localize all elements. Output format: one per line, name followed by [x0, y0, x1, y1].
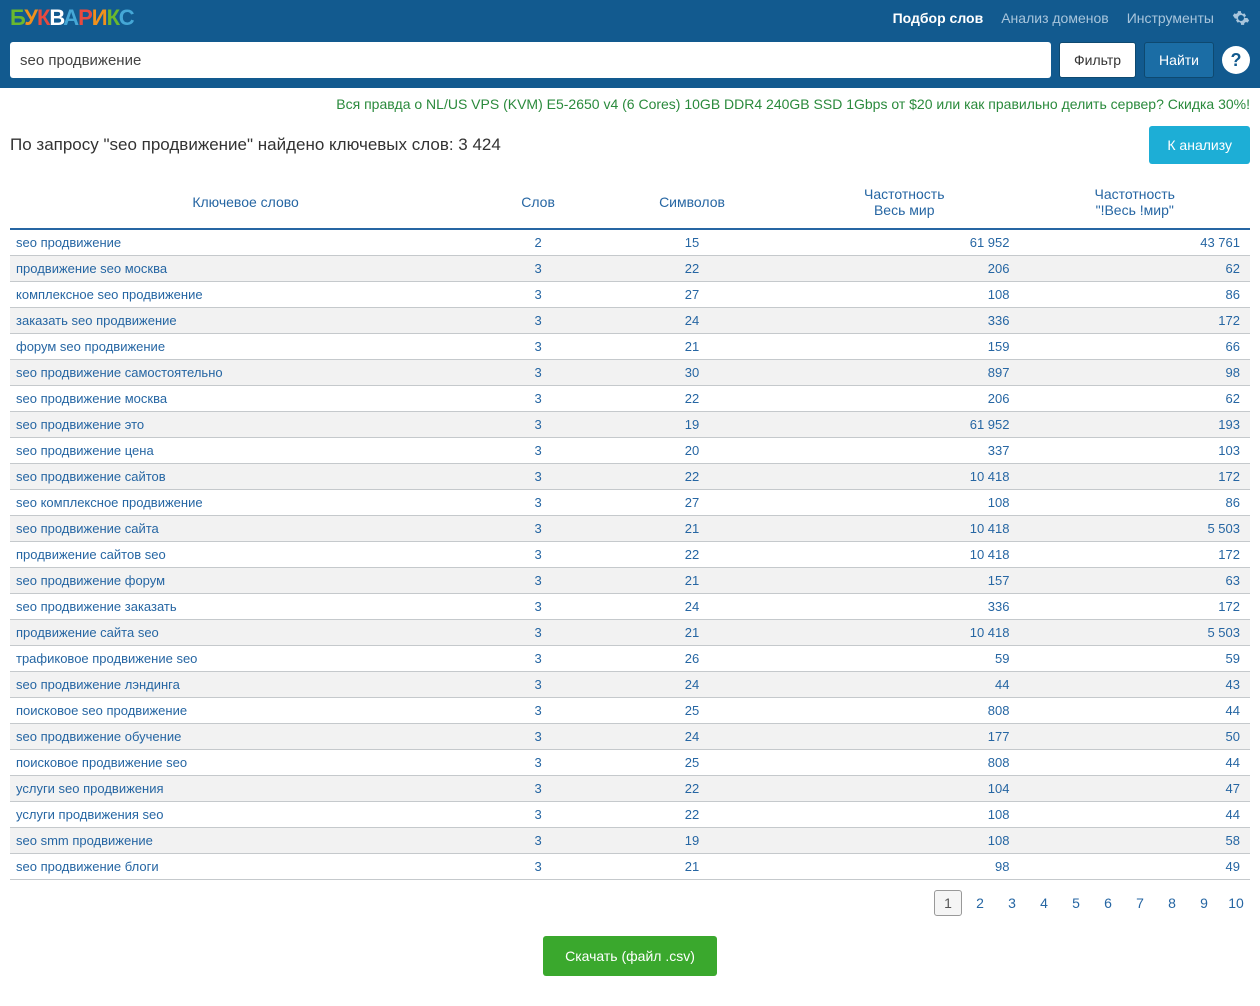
keyword-link[interactable]: продвижение seo москва: [16, 261, 167, 276]
pagination: 12345678910: [0, 880, 1260, 926]
table-row: услуги seo продвижения32210447: [10, 776, 1250, 802]
keyword-link[interactable]: услуги seo продвижения: [16, 781, 164, 796]
keyword-link[interactable]: комплексное seo продвижение: [16, 287, 203, 302]
filter-button[interactable]: Фильтр: [1059, 42, 1136, 78]
keyword-link[interactable]: трафиковое продвижение seo: [16, 651, 197, 666]
page-4[interactable]: 4: [1030, 890, 1058, 916]
table-row: продвижение сайта seo32110 4185 503: [10, 620, 1250, 646]
page-6[interactable]: 6: [1094, 890, 1122, 916]
keyword-link[interactable]: форум seo продвижение: [16, 339, 165, 354]
table-row: трафиковое продвижение seo3265959: [10, 646, 1250, 672]
keyword-link[interactable]: seo продвижение заказать: [16, 599, 177, 614]
keyword-link[interactable]: продвижение сайтов seo: [16, 547, 166, 562]
keyword-link[interactable]: seo продвижение лэндинга: [16, 677, 180, 692]
page-7[interactable]: 7: [1126, 890, 1154, 916]
to-analysis-button[interactable]: К анализу: [1149, 126, 1250, 164]
keyword-link[interactable]: продвижение сайта seo: [16, 625, 159, 640]
keyword-link[interactable]: seo продвижение: [16, 235, 121, 250]
keyword-link[interactable]: seo продвижение сайтов: [16, 469, 166, 484]
download-row: Скачать (файл .csv): [0, 926, 1260, 1006]
table-row: seo продвижение обучение32417750: [10, 724, 1250, 750]
table-row: seo продвижение форум32115763: [10, 568, 1250, 594]
search-input[interactable]: [10, 42, 1051, 78]
keyword-link[interactable]: seo продвижение москва: [16, 391, 167, 406]
table-row: продвижение seo москва32220662: [10, 256, 1250, 282]
col-freq-exact[interactable]: Частотность"!Весь !мир": [1019, 174, 1250, 229]
download-csv-button[interactable]: Скачать (файл .csv): [543, 936, 717, 976]
keyword-link[interactable]: seo продвижение это: [16, 417, 144, 432]
col-freq-world[interactable]: ЧастотностьВесь мир: [789, 174, 1019, 229]
result-title: По запросу "seo продвижение" найдено клю…: [10, 135, 501, 155]
keyword-link[interactable]: seo продвижение сайта: [16, 521, 159, 536]
table-row: комплексное seo продвижение32710886: [10, 282, 1250, 308]
table-row: seo продвижение лэндинга3244443: [10, 672, 1250, 698]
page-9[interactable]: 9: [1190, 890, 1218, 916]
table-row: seo smm продвижение31910858: [10, 828, 1250, 854]
table-row: форум seo продвижение32115966: [10, 334, 1250, 360]
keyword-link[interactable]: seo продвижение обучение: [16, 729, 181, 744]
col-words[interactable]: Слов: [481, 174, 595, 229]
results-table: Ключевое слово Слов Символов Частотность…: [10, 174, 1250, 880]
searchbar: Фильтр Найти ?: [0, 36, 1260, 88]
table-row: поисковое продвижение seo32580844: [10, 750, 1250, 776]
nav-pick-words[interactable]: Подбор слов: [893, 10, 984, 26]
table-row: услуги продвижения seo32210844: [10, 802, 1250, 828]
col-chars[interactable]: Символов: [595, 174, 789, 229]
page-5[interactable]: 5: [1062, 890, 1090, 916]
header: БУКВАРИКС Подбор слов Анализ доменов Инс…: [0, 0, 1260, 36]
find-button[interactable]: Найти: [1144, 42, 1214, 78]
table-row: поисковое seo продвижение32580844: [10, 698, 1250, 724]
nav-tools[interactable]: Инструменты: [1127, 10, 1214, 26]
page-2[interactable]: 2: [966, 890, 994, 916]
keyword-link[interactable]: seo продвижение цена: [16, 443, 154, 458]
page-1[interactable]: 1: [934, 890, 962, 916]
keyword-link[interactable]: поисковое продвижение seo: [16, 755, 187, 770]
table-row: seo продвижение21561 95243 761: [10, 229, 1250, 256]
top-nav: Подбор слов Анализ доменов Инструменты: [893, 9, 1250, 27]
help-icon[interactable]: ?: [1222, 46, 1250, 74]
keyword-link[interactable]: seo продвижение форум: [16, 573, 165, 588]
keyword-link[interactable]: seo smm продвижение: [16, 833, 153, 848]
table-row: seo продвижение цена320337103: [10, 438, 1250, 464]
nav-domain-analysis[interactable]: Анализ доменов: [1001, 10, 1108, 26]
gear-icon[interactable]: [1232, 9, 1250, 27]
table-row: заказать seo продвижение324336172: [10, 308, 1250, 334]
table-row: seo продвижение самостоятельно33089798: [10, 360, 1250, 386]
page-3[interactable]: 3: [998, 890, 1026, 916]
logo[interactable]: БУКВАРИКС: [10, 5, 134, 31]
table-row: seo продвижение сайтов32210 418172: [10, 464, 1250, 490]
table-row: seo комплексное продвижение32710886: [10, 490, 1250, 516]
keyword-link[interactable]: seo комплексное продвижение: [16, 495, 203, 510]
keyword-link[interactable]: seo продвижение блоги: [16, 859, 159, 874]
table-row: seo продвижение сайта32110 4185 503: [10, 516, 1250, 542]
table-row: seo продвижение москва32220662: [10, 386, 1250, 412]
page-10[interactable]: 10: [1222, 890, 1250, 916]
table-row: продвижение сайтов seo32210 418172: [10, 542, 1250, 568]
keyword-link[interactable]: seo продвижение самостоятельно: [16, 365, 223, 380]
table-row: seo продвижение это31961 952193: [10, 412, 1250, 438]
promo-banner[interactable]: Вся правда о NL/US VPS (KVM) E5-2650 v4 …: [0, 88, 1260, 126]
table-row: seo продвижение блоги3219849: [10, 854, 1250, 880]
table-row: seo продвижение заказать324336172: [10, 594, 1250, 620]
keyword-link[interactable]: поисковое seo продвижение: [16, 703, 187, 718]
col-keyword[interactable]: Ключевое слово: [10, 174, 481, 229]
result-bar: По запросу "seo продвижение" найдено клю…: [0, 126, 1260, 174]
keyword-link[interactable]: услуги продвижения seo: [16, 807, 164, 822]
keyword-link[interactable]: заказать seo продвижение: [16, 313, 177, 328]
page-8[interactable]: 8: [1158, 890, 1186, 916]
